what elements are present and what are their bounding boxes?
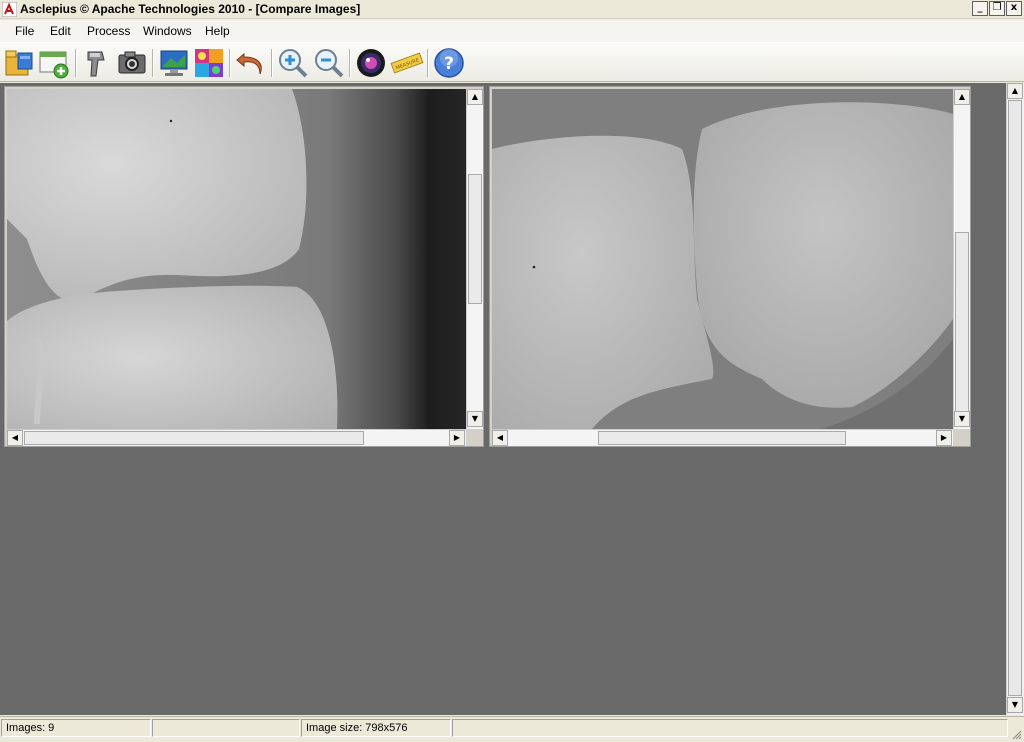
scroll-right-icon[interactable]: ▶ xyxy=(936,430,952,446)
menu-edit[interactable]: Edit xyxy=(50,24,71,38)
color-palette-icon[interactable] xyxy=(192,46,226,80)
monitor-icon[interactable] xyxy=(157,46,191,80)
scroll-up-icon[interactable]: ▲ xyxy=(467,89,483,105)
workspace-scroll-thumb[interactable] xyxy=(1008,100,1022,696)
undo-icon[interactable] xyxy=(234,46,268,80)
window-title: Asclepius © Apache Technologies 2010 - [… xyxy=(20,2,361,16)
status-pane-4 xyxy=(452,719,1008,737)
camera-icon[interactable] xyxy=(115,46,149,80)
status-images-count: Images: 9 xyxy=(1,719,151,737)
zoom-out-icon[interactable] xyxy=(312,46,346,80)
scroll-left-icon[interactable]: ◀ xyxy=(492,430,508,446)
scroll-down-icon[interactable]: ▼ xyxy=(1007,697,1023,713)
right-image-horizontal-scrollbar[interactable]: ◀ ▶ xyxy=(492,429,953,446)
scroll-down-icon[interactable]: ▼ xyxy=(954,411,970,427)
status-pane-2 xyxy=(152,719,300,737)
scroll-up-icon[interactable]: ▲ xyxy=(1007,83,1023,99)
right-image-vertical-scrollbar[interactable]: ▲ ▼ xyxy=(953,89,970,429)
left-image-horizontal-scrollbar[interactable]: ◀ ▶ xyxy=(7,429,466,446)
scroll-left-icon[interactable]: ◀ xyxy=(7,430,23,446)
minimize-button[interactable]: _ xyxy=(972,1,988,16)
menu-bar: File Edit Process Windows Help xyxy=(0,20,1024,42)
title-bar: Asclepius © Apache Technologies 2010 - [… xyxy=(0,0,1024,19)
close-button[interactable]: x xyxy=(1006,1,1022,16)
left-image-vscroll-thumb[interactable] xyxy=(468,174,482,304)
image-window-right[interactable]: ▲ ▼ ◀ ▶ xyxy=(489,86,971,447)
menu-process[interactable]: Process xyxy=(87,24,130,38)
workspace-vertical-scrollbar[interactable]: ▲ ▼ xyxy=(1006,83,1024,715)
status-bar: Images: 9 Image size: 798x576 xyxy=(0,716,1024,742)
help-icon-glyph: ? xyxy=(444,54,454,74)
status-image-size: Image size: 798x576 xyxy=(301,719,451,737)
resize-grip-icon[interactable] xyxy=(1010,728,1022,740)
measure-icon[interactable]: MEASURE xyxy=(390,46,424,80)
open-folder-icon[interactable] xyxy=(3,46,37,80)
right-image-vscroll-thumb[interactable] xyxy=(955,232,969,412)
scroll-right-icon[interactable]: ▶ xyxy=(449,430,465,446)
scroll-down-icon[interactable]: ▼ xyxy=(467,411,483,427)
add-image-icon[interactable] xyxy=(37,46,71,80)
menu-windows[interactable]: Windows xyxy=(143,24,192,38)
menu-file[interactable]: File xyxy=(15,24,34,38)
xray-image-left[interactable] xyxy=(7,89,466,429)
scroll-up-icon[interactable]: ▲ xyxy=(954,89,970,105)
toolbar: MEASURE ? xyxy=(0,42,1024,82)
image-window-left[interactable]: ▲ ▼ ◀ ▶ xyxy=(4,86,484,447)
zoom-in-icon[interactable] xyxy=(276,46,310,80)
lens-icon[interactable] xyxy=(354,46,388,80)
restore-button[interactable]: ❐ xyxy=(989,1,1005,16)
left-image-vertical-scrollbar[interactable]: ▲ ▼ xyxy=(466,89,483,429)
right-image-hscroll-thumb[interactable] xyxy=(598,431,846,445)
help-icon[interactable]: ? xyxy=(432,46,466,80)
left-image-hscroll-thumb[interactable] xyxy=(24,431,364,445)
app-logo-icon xyxy=(2,2,17,17)
menu-help[interactable]: Help xyxy=(205,24,230,38)
scanner-icon[interactable] xyxy=(80,46,114,80)
xray-image-right[interactable] xyxy=(492,89,953,429)
